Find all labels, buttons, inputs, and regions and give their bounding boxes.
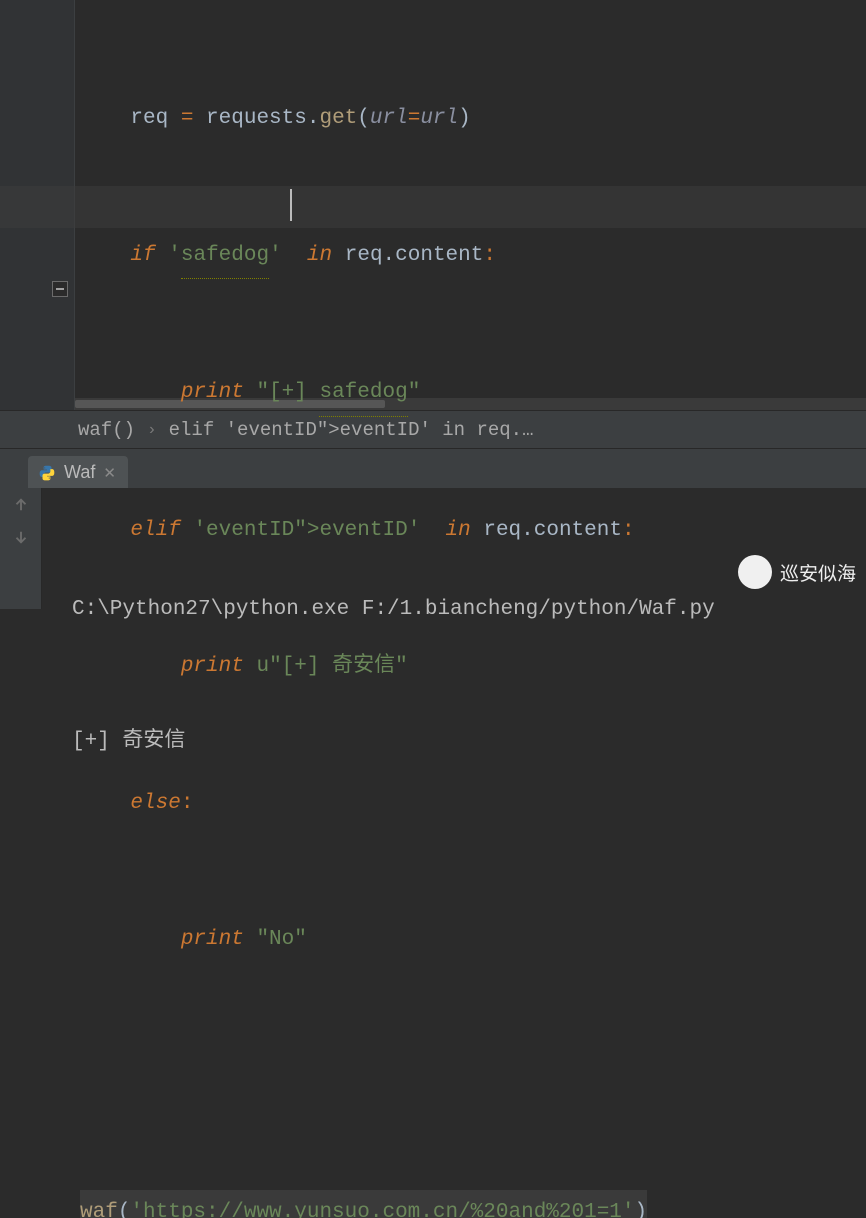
code-token: ( xyxy=(357,107,370,130)
python-file-icon xyxy=(38,464,56,482)
code-token: : xyxy=(483,244,496,267)
code-line[interactable]: print u"[+] 奇安信" xyxy=(80,644,866,690)
code-token: req.content xyxy=(483,519,622,542)
code-line[interactable] xyxy=(80,1054,866,1100)
arrow-up-icon[interactable] xyxy=(12,496,30,514)
code-token: "[+] xyxy=(256,381,319,404)
code-token: "[+] 奇安信" xyxy=(269,655,408,678)
code-line[interactable]: req = requests.get(url=url) xyxy=(80,96,866,142)
code-line[interactable]: if 'safedog' in req.content: xyxy=(80,233,866,280)
code-token: safedog xyxy=(181,233,269,280)
code-token: ) xyxy=(635,1201,648,1218)
code-token: print xyxy=(181,655,244,678)
code-token: 'eventID">eventID' xyxy=(193,519,420,542)
code-token: 'https://www.yunsuo.com.cn/%20and%201=1' xyxy=(130,1201,634,1218)
code-editor[interactable]: req = requests.get(url=url) if 'safedog'… xyxy=(0,0,866,410)
code-line[interactable]: elif 'eventID">eventID' in req.content: xyxy=(80,508,866,554)
text-cursor xyxy=(290,189,292,221)
code-token: get xyxy=(319,107,357,130)
brand-avatar-icon xyxy=(738,555,772,589)
code-token: req.content xyxy=(345,244,484,267)
code-token: url xyxy=(370,107,408,130)
code-token: waf xyxy=(80,1201,118,1218)
code-token: in xyxy=(446,519,471,542)
code-token: print xyxy=(181,381,244,404)
code-token: " xyxy=(408,381,421,404)
code-token: safedog xyxy=(319,370,407,417)
code-token: req xyxy=(130,107,168,130)
code-token: else xyxy=(130,792,180,815)
code-token: ( xyxy=(118,1201,131,1218)
code-token: = xyxy=(168,107,206,130)
brand-name: 巡安似海 xyxy=(780,559,856,586)
code-token: url xyxy=(420,107,458,130)
code-line[interactable]: print "[+] safedog" xyxy=(80,370,866,417)
code-token: 'safedog' xyxy=(156,244,295,267)
code-line[interactable]: waf('https://www.yunsuo.com.cn/%20and%20… xyxy=(80,1190,866,1218)
code-token: in xyxy=(307,244,332,267)
watermark-brand: 巡安似海 xyxy=(738,555,856,589)
code-token: ) xyxy=(458,107,471,130)
code-token: : xyxy=(622,519,635,542)
code-token: = xyxy=(408,107,421,130)
fold-handle-icon[interactable] xyxy=(52,281,68,297)
code-content[interactable]: req = requests.get(url=url) if 'safedog'… xyxy=(75,0,866,1218)
code-token: elif xyxy=(130,519,180,542)
arrow-down-icon[interactable] xyxy=(12,528,30,546)
code-token: if xyxy=(130,244,155,267)
console-gutter xyxy=(0,488,42,609)
code-token: 'eventID">eventID' xyxy=(181,519,433,542)
code-token: : xyxy=(181,792,194,815)
code-token: u xyxy=(256,655,269,678)
code-token: "[+] safedog" xyxy=(256,381,420,404)
code-token: "No" xyxy=(256,928,306,951)
code-token: print xyxy=(181,928,244,951)
code-line[interactable]: print "No" xyxy=(80,917,866,963)
code-line[interactable]: else: xyxy=(80,781,866,827)
code-token: requests. xyxy=(206,107,319,130)
